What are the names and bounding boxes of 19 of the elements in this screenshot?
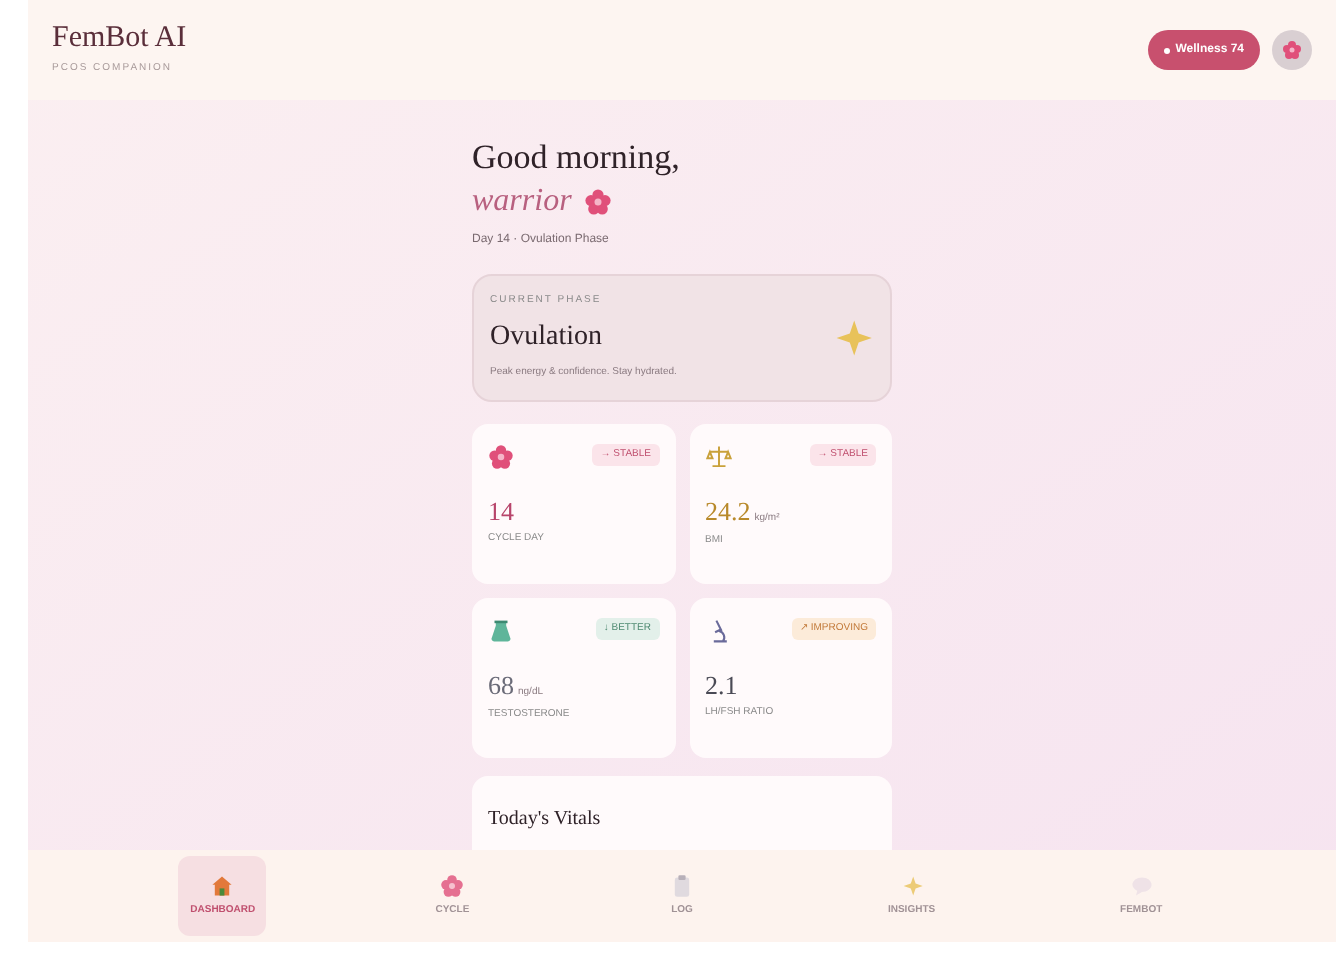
flower-icon bbox=[583, 188, 612, 216]
metric-value: 68 bbox=[488, 671, 514, 698]
clipboard-icon bbox=[669, 873, 694, 898]
flower-icon bbox=[440, 873, 465, 898]
house-icon bbox=[210, 873, 235, 898]
sparkle-icon bbox=[899, 873, 924, 898]
metric-value: 24.2 bbox=[705, 497, 751, 524]
vitals-title: Today's Vitals bbox=[488, 807, 601, 830]
flower-icon bbox=[1282, 40, 1302, 60]
app-title: FemBot AI bbox=[52, 23, 187, 54]
greeting-name: warrior bbox=[472, 186, 572, 218]
avatar[interactable] bbox=[1272, 30, 1312, 70]
phase-title: Ovulation bbox=[490, 320, 604, 357]
greeting-heading: Good morning, bbox=[472, 140, 682, 174]
flower-icon bbox=[488, 443, 514, 470]
flask-icon bbox=[488, 617, 514, 644]
metric-value: 14 bbox=[488, 497, 514, 524]
metric-value: 2.1 bbox=[705, 671, 738, 698]
scale-icon bbox=[705, 443, 731, 470]
